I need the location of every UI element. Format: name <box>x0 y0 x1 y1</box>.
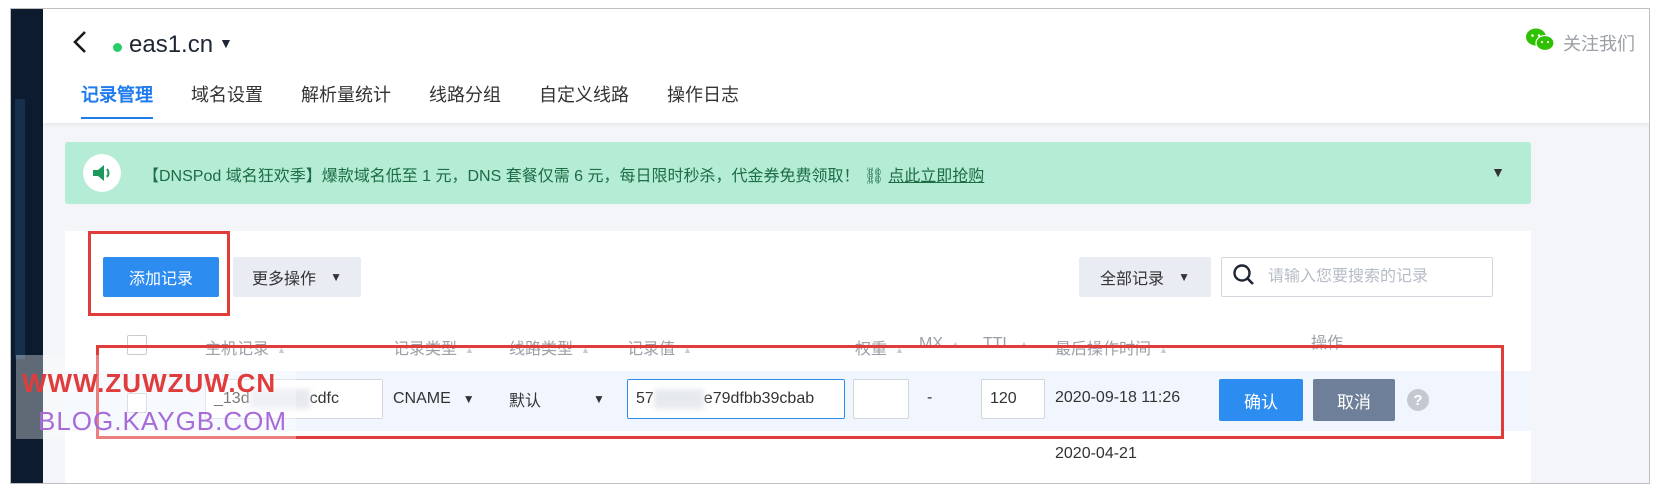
record-filter-label: 全部记录 <box>1100 271 1165 288</box>
watermark-line-2: BLOG.KAYGB.COM <box>38 406 288 436</box>
tab-line-groups[interactable]: 线路分组 <box>429 81 501 117</box>
tab-operation-log[interactable]: 操作日志 <box>667 81 739 117</box>
banner-collapse-icon[interactable]: ▼ <box>1491 164 1505 180</box>
wechat-icon <box>1525 27 1555 58</box>
search-icon[interactable] <box>1232 263 1256 292</box>
back-arrow-icon[interactable] <box>71 29 91 57</box>
record-filter-select[interactable]: 全部记录 ▼ <box>1079 257 1211 297</box>
follow-us-label: 关注我们 <box>1563 33 1635 54</box>
tab-record-management[interactable]: 记录管理 <box>81 81 153 119</box>
caret-down-icon: ▼ <box>330 270 342 284</box>
more-actions-label: 更多操作 <box>252 271 317 288</box>
caret-down-icon[interactable]: ▼ <box>219 35 233 51</box>
tab-custom-lines[interactable]: 自定义线路 <box>539 81 629 117</box>
next-row-time: 2020-04-21 <box>1055 445 1137 462</box>
banner-message: 【DNSPod 域名狂欢季】爆款域名低至 1 元，DNS 套餐仅需 6 元，每日… <box>143 168 860 185</box>
domain-name[interactable]: eas1.cn <box>129 31 213 59</box>
page-header: eas1.cn ▼ 关注我们 记录管理 域名设置 解析量统计 线路分组 自定义线… <box>43 9 1649 123</box>
promo-banner: 【DNSPod 域名狂欢季】爆款域名低至 1 元，DNS 套餐仅需 6 元，每日… <box>65 142 1531 204</box>
watermark-line-1: WWW.ZUWZUW.CN <box>22 368 277 398</box>
tab-domain-settings[interactable]: 域名设置 <box>191 81 263 117</box>
more-actions-button[interactable]: 更多操作 ▼ <box>233 257 361 297</box>
search-box <box>1221 257 1493 297</box>
speaker-icon <box>83 154 121 192</box>
sidebar-highlight <box>15 99 25 359</box>
banner-link[interactable]: 点此立即抢购 <box>888 168 984 185</box>
tab-resolution-stats[interactable]: 解析量统计 <box>301 81 391 117</box>
annotation-box-edit-row <box>96 345 1504 439</box>
status-dot-icon <box>113 43 122 52</box>
link-icon: ⛓ <box>863 168 885 185</box>
caret-down-icon: ▼ <box>1178 270 1190 284</box>
search-input[interactable] <box>1268 268 1488 286</box>
tab-bar: 记录管理 域名设置 解析量统计 线路分组 自定义线路 操作日志 <box>81 81 777 119</box>
banner-text: 【DNSPod 域名狂欢季】爆款域名低至 1 元，DNS 套餐仅需 6 元，每日… <box>143 162 984 186</box>
annotation-box-add-button <box>88 231 230 316</box>
follow-us-link[interactable]: 关注我们 <box>1525 27 1635 58</box>
